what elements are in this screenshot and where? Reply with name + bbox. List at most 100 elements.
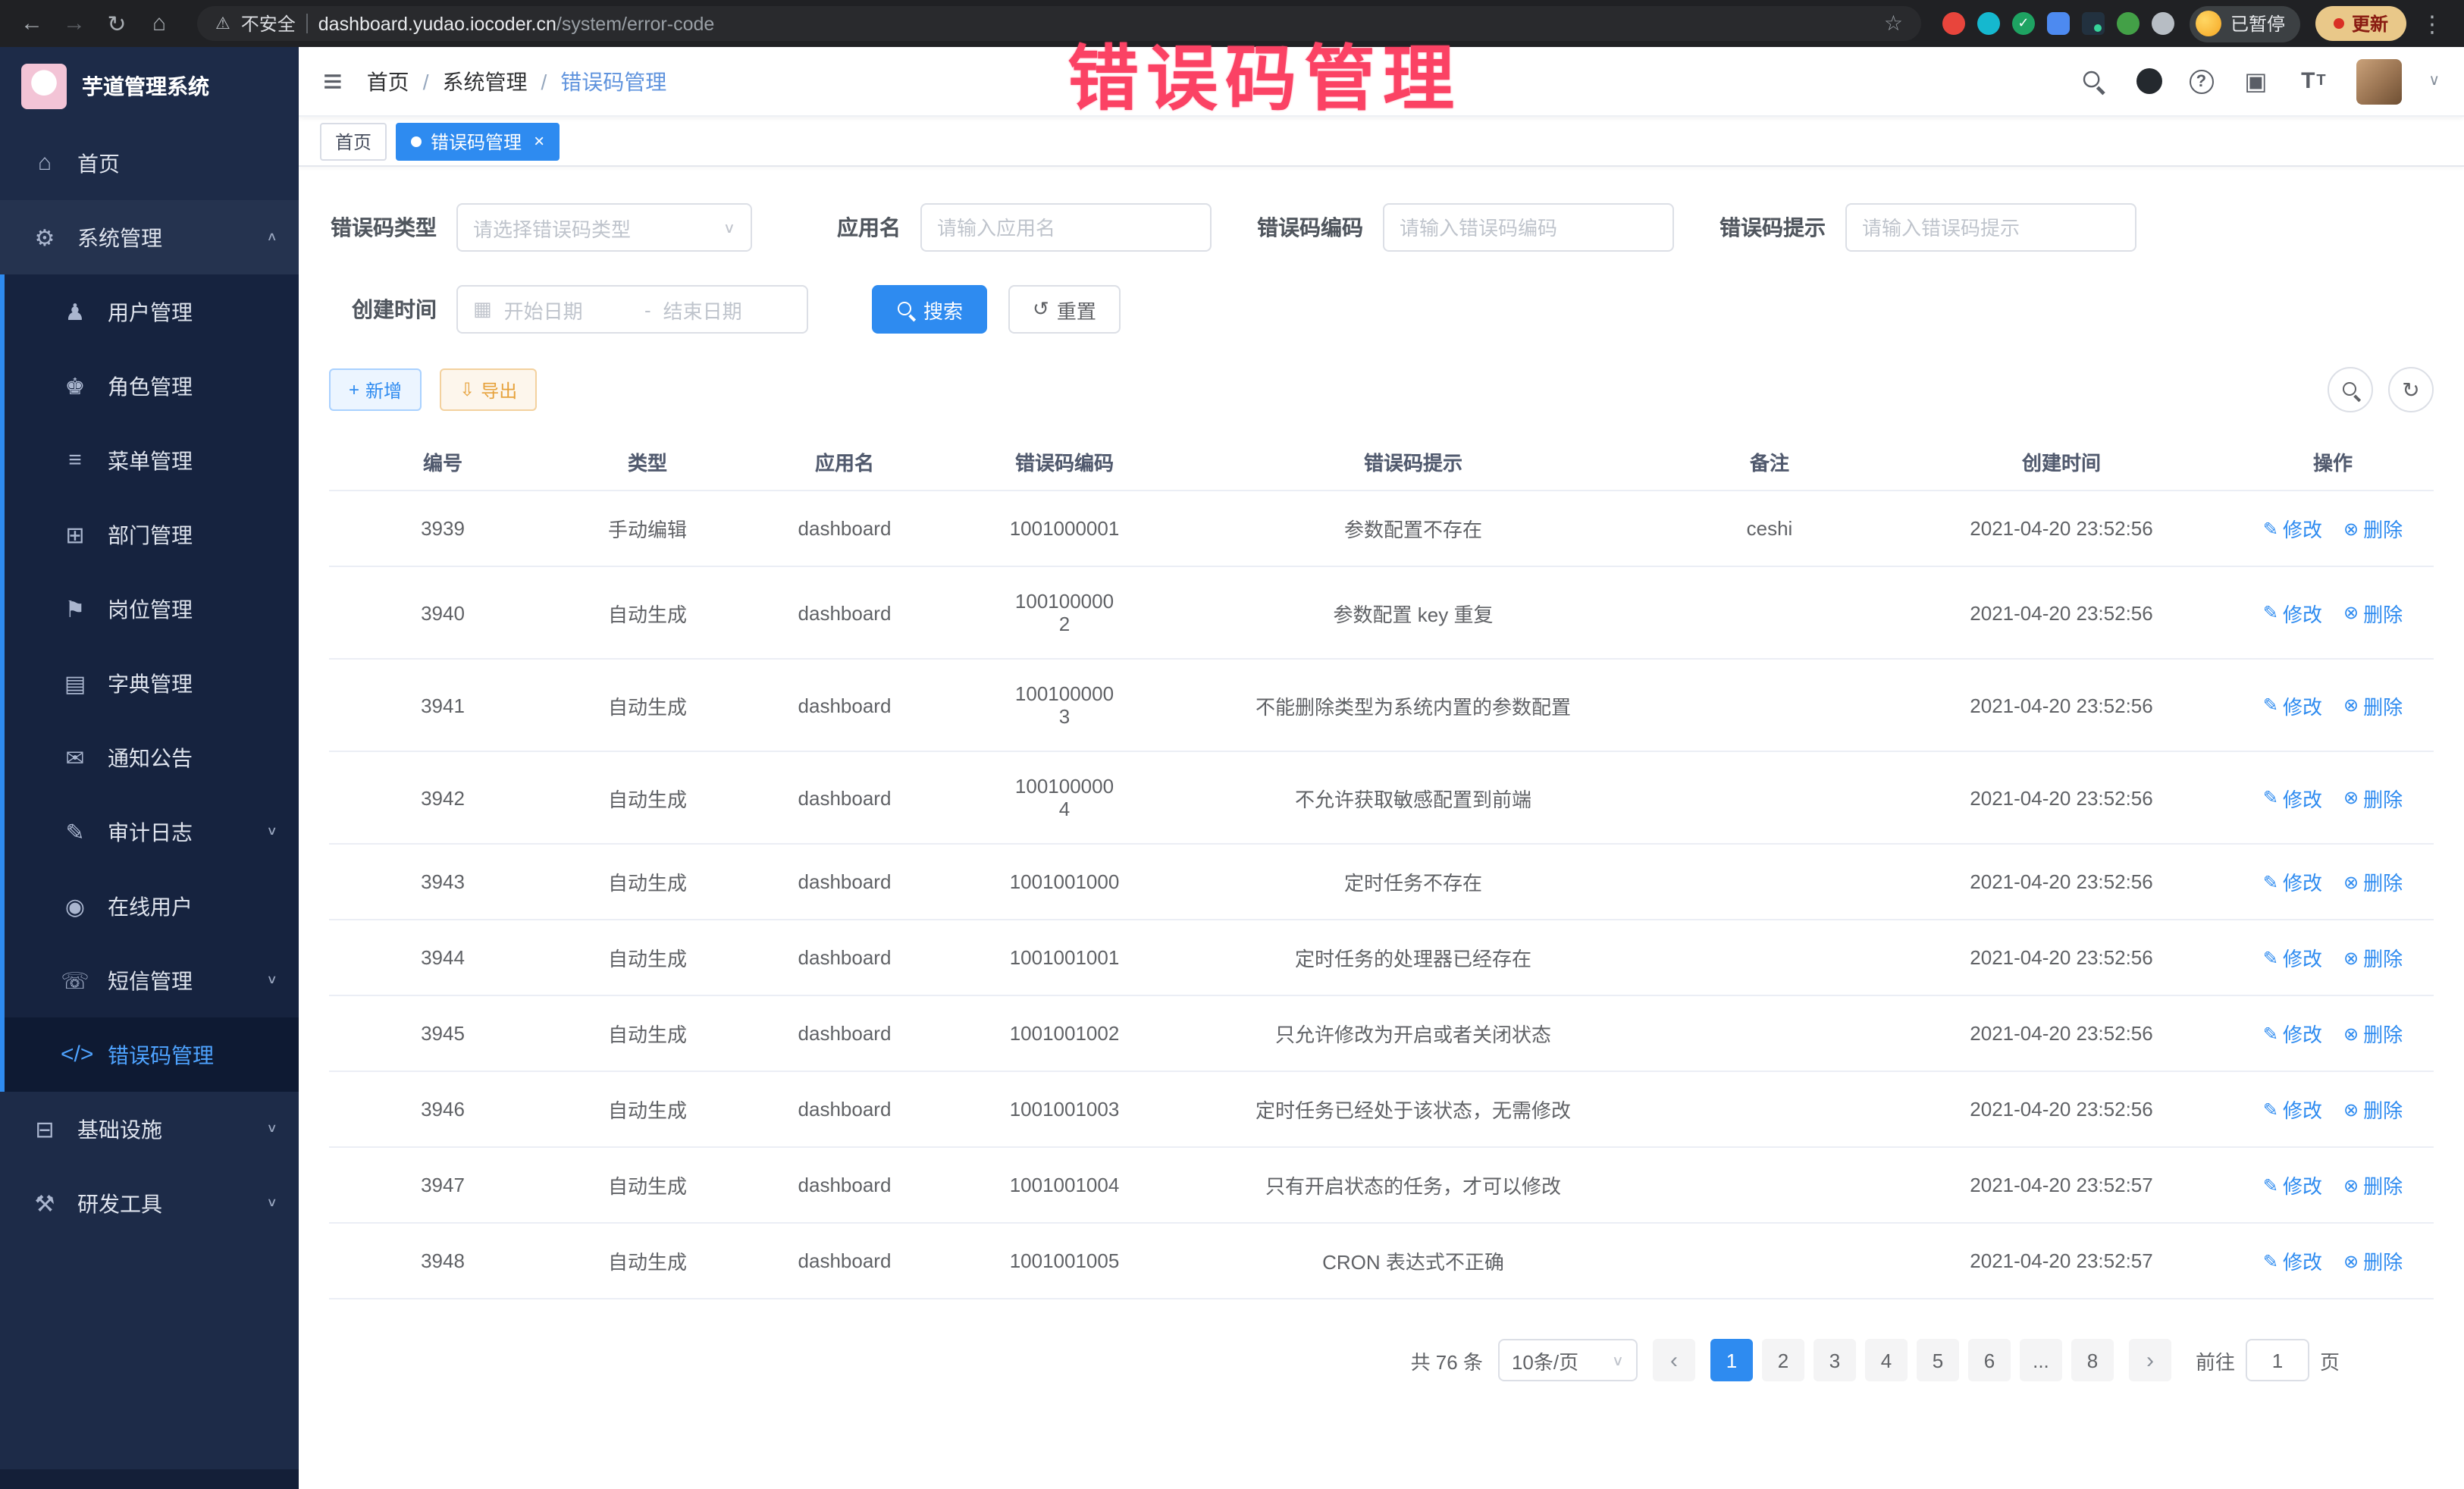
sidebar-item-home[interactable]: ⌂首页 xyxy=(0,126,299,200)
profile-chip[interactable]: 已暂停 xyxy=(2190,5,2300,42)
browser-menu-icon[interactable]: ⋮ xyxy=(2415,10,2449,37)
cell-app: dashboard xyxy=(738,995,951,1071)
edit-link-label: 修改 xyxy=(2283,691,2322,719)
forward-icon[interactable]: → xyxy=(58,11,91,36)
delete-link[interactable]: ⊗删除 xyxy=(2343,691,2403,719)
font-size-icon[interactable]: T xyxy=(2298,66,2328,96)
sidebar-item-infra[interactable]: ⊟基础设施∨ xyxy=(0,1092,299,1166)
delete-link[interactable]: ⊗删除 xyxy=(2343,514,2403,543)
edit-link[interactable]: ✎修改 xyxy=(2263,691,2322,719)
reset-button[interactable]: ↺ 重置 xyxy=(1008,285,1121,334)
bookmark-star-icon[interactable]: ☆ xyxy=(1884,11,1903,36)
page-button-6[interactable]: 6 xyxy=(1968,1339,2011,1381)
error-hint-input[interactable] xyxy=(1845,203,2136,252)
edit-link[interactable]: ✎修改 xyxy=(2263,943,2322,972)
edit-link[interactable]: ✎修改 xyxy=(2263,783,2322,812)
breadcrumb-home[interactable]: 首页 xyxy=(367,66,409,96)
sidebar-item-sms[interactable]: ☏短信管理∨ xyxy=(0,943,299,1017)
delete-link[interactable]: ⊗删除 xyxy=(2343,1095,2403,1124)
github-icon[interactable] xyxy=(2136,68,2161,94)
page-button-1[interactable]: 1 xyxy=(1710,1339,1753,1381)
sidebar-item-errcode[interactable]: </>错误码管理 xyxy=(0,1017,299,1092)
tab-home[interactable]: 首页 xyxy=(320,122,387,160)
help-icon[interactable]: ? xyxy=(2189,69,2213,93)
delete-link[interactable]: ⊗删除 xyxy=(2343,943,2403,972)
sidebar-item-post[interactable]: ⚑岗位管理 xyxy=(0,572,299,646)
cell-actions: ✎修改 ⊗删除 xyxy=(2232,491,2434,566)
back-icon[interactable]: ← xyxy=(15,11,49,36)
goto-page-input[interactable] xyxy=(2246,1339,2309,1381)
edit-link[interactable]: ✎修改 xyxy=(2263,514,2322,543)
search-button[interactable]: 搜索 xyxy=(872,285,987,334)
app-title: 芋道管理系统 xyxy=(82,71,209,102)
green-check-extension-icon[interactable] xyxy=(2012,12,2035,35)
sidebar-item-online[interactable]: ◉在线用户 xyxy=(0,869,299,943)
edit-link[interactable]: ✎修改 xyxy=(2263,1095,2322,1124)
prev-page-button[interactable]: ‹ xyxy=(1653,1339,1695,1381)
tab-close-icon[interactable]: × xyxy=(534,130,544,152)
edit-link[interactable]: ✎修改 xyxy=(2263,1171,2322,1199)
next-page-button[interactable]: › xyxy=(2129,1339,2171,1381)
fullscreen-icon[interactable]: ▣ xyxy=(2240,66,2271,96)
page-button-4[interactable]: 4 xyxy=(1865,1339,1908,1381)
sidebar-item-audit[interactable]: ✎审计日志∨ xyxy=(0,795,299,869)
error-code-input[interactable] xyxy=(1383,203,1674,252)
app-name-input[interactable] xyxy=(920,203,1212,252)
sidebar-item-system[interactable]: ⚙系统管理∧ xyxy=(0,200,299,274)
add-button[interactable]: + 新增 xyxy=(329,368,422,411)
avatar-caret-icon[interactable]: ∨ xyxy=(2428,73,2440,89)
date-range-picker[interactable]: ▦ 开始日期 - 结束日期 xyxy=(456,285,808,334)
delete-link[interactable]: ⊗删除 xyxy=(2343,867,2403,896)
sidebar-item-role[interactable]: ♚角色管理 xyxy=(0,349,299,423)
search-icon[interactable] xyxy=(2078,66,2108,96)
hamburger-icon[interactable]: ≡ xyxy=(323,61,343,101)
sidebar-item-dict[interactable]: ▤字典管理 xyxy=(0,646,299,720)
sidebar-item-user[interactable]: ♟用户管理 xyxy=(0,274,299,349)
red-record-extension-icon[interactable] xyxy=(1942,12,1965,35)
edit-icon: ✎ xyxy=(2263,1174,2278,1196)
toggle-search-button[interactable] xyxy=(2328,367,2373,412)
error-type-select[interactable]: 请选择错误码类型 ∨ xyxy=(456,203,752,252)
breadcrumb-system[interactable]: 系统管理 xyxy=(442,66,527,96)
sidebar-item-notice[interactable]: ✉通知公告 xyxy=(0,720,299,795)
dark-badge-extension-icon[interactable] xyxy=(2082,12,2105,35)
sidebar-item-dept[interactable]: ⊞部门管理 xyxy=(0,497,299,572)
delete-link[interactable]: ⊗删除 xyxy=(2343,783,2403,812)
address-bar[interactable]: ⚠ 不安全 dashboard.yudao.iocoder.cn/system/… xyxy=(197,6,1921,41)
page-ellipsis[interactable]: ... xyxy=(2020,1339,2062,1381)
plus-icon: + xyxy=(349,379,359,400)
refresh-table-button[interactable]: ↻ xyxy=(2388,367,2434,412)
delete-link[interactable]: ⊗删除 xyxy=(2343,1171,2403,1199)
cell-app: dashboard xyxy=(738,659,951,751)
delete-link[interactable]: ⊗删除 xyxy=(2343,1246,2403,1275)
page-button-2[interactable]: 2 xyxy=(1762,1339,1804,1381)
delete-link-label: 删除 xyxy=(2363,783,2403,812)
delete-icon: ⊗ xyxy=(2343,602,2359,623)
page-size-select[interactable]: 10条/页 ∨ xyxy=(1498,1339,1638,1381)
page-button-5[interactable]: 5 xyxy=(1917,1339,1959,1381)
puzzle-extension-icon[interactable] xyxy=(2152,12,2174,35)
delete-link[interactable]: ⊗删除 xyxy=(2343,598,2403,627)
logo[interactable]: 芋道管理系统 xyxy=(0,47,299,126)
cell-id: 3948 xyxy=(329,1223,556,1299)
green-leaf-extension-icon[interactable] xyxy=(2117,12,2140,35)
page-button-8[interactable]: 8 xyxy=(2071,1339,2114,1381)
sidebar-item-tools[interactable]: ⚒研发工具∨ xyxy=(0,1166,299,1240)
page-button-3[interactable]: 3 xyxy=(1814,1339,1856,1381)
tab-error-code[interactable]: 错误码管理 × xyxy=(396,122,560,160)
export-button[interactable]: ⇩ 导出 xyxy=(440,368,537,411)
edit-link[interactable]: ✎修改 xyxy=(2263,1019,2322,1048)
sidebar-item-menu[interactable]: ≡菜单管理 xyxy=(0,423,299,497)
browser-home-icon[interactable]: ⌂ xyxy=(143,11,176,36)
table-row: 3945自动生成dashboard1001001002只允许修改为开启或者关闭状… xyxy=(329,995,2434,1071)
edit-link[interactable]: ✎修改 xyxy=(2263,1246,2322,1275)
teal-drop-extension-icon[interactable] xyxy=(1977,12,2000,35)
edit-link-label: 修改 xyxy=(2283,783,2322,812)
delete-link[interactable]: ⊗删除 xyxy=(2343,1019,2403,1048)
blue-grid-extension-icon[interactable] xyxy=(2047,12,2070,35)
user-avatar[interactable] xyxy=(2356,58,2401,104)
edit-link[interactable]: ✎修改 xyxy=(2263,598,2322,627)
update-button[interactable]: 更新 xyxy=(2315,6,2406,41)
edit-link[interactable]: ✎修改 xyxy=(2263,867,2322,896)
reload-icon[interactable]: ↻ xyxy=(100,10,133,37)
